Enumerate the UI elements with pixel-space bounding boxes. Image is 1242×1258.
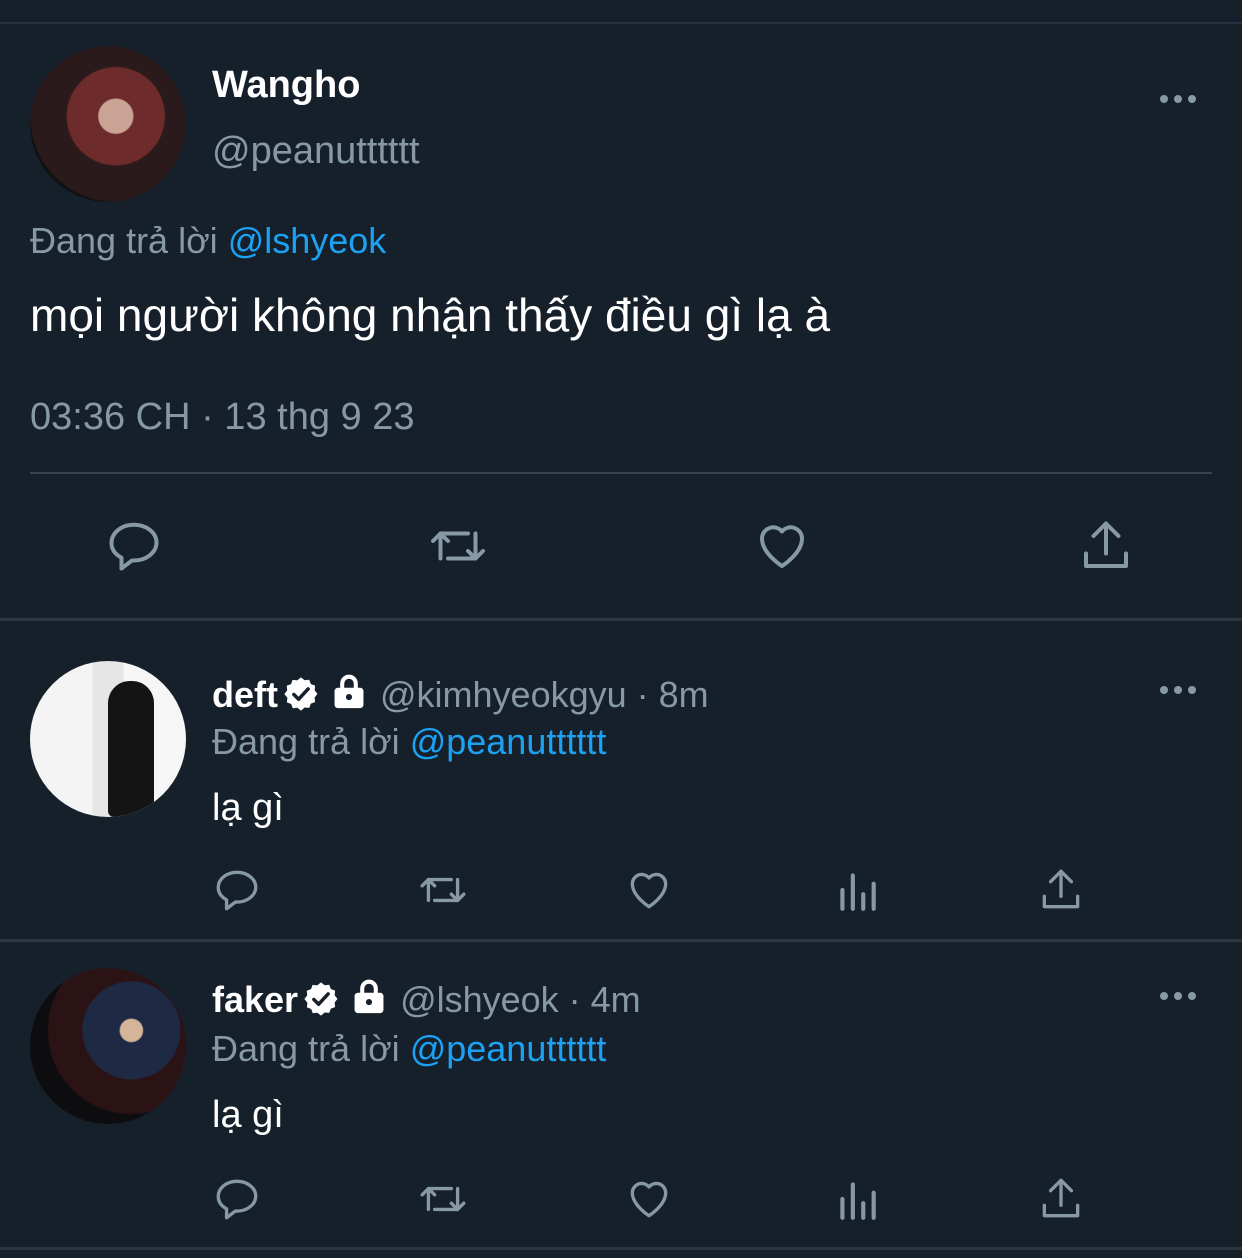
lock-icon [354, 979, 384, 1014]
like-icon[interactable] [624, 865, 674, 915]
reply-tweet[interactable]: faker @lshyeok · 4m Đang trả lời @peanutt… [0, 942, 1242, 1246]
author-handle[interactable]: @peanutttttt [212, 130, 420, 173]
replying-to: Đang trả lời @lshyeok [30, 220, 386, 262]
replying-to: Đang trả lời @peanutttttt [212, 1028, 606, 1070]
reply-text: lạ gì [212, 787, 284, 829]
mention-link[interactable]: @lshyeok [228, 220, 387, 261]
more-options-icon[interactable] [1160, 989, 1200, 1001]
verified-badge-icon [284, 677, 318, 711]
reply-icon[interactable] [212, 1174, 262, 1224]
like-icon[interactable] [752, 516, 812, 576]
replying-prefix: Đang trả lời [212, 721, 410, 762]
main-tweet: Wangho @peanutttttt Đang trả lời @lshyeo… [0, 24, 1242, 620]
mention-link[interactable]: @peanutttttt [410, 721, 607, 762]
reply-author-name[interactable]: faker [212, 979, 298, 1020]
share-icon[interactable] [1076, 516, 1136, 576]
analytics-icon[interactable] [832, 1174, 882, 1224]
reply-icon[interactable] [212, 865, 262, 915]
replying-prefix: Đang trả lời [30, 220, 228, 261]
analytics-icon[interactable] [832, 865, 882, 915]
lock-icon [334, 674, 364, 709]
reply-author-name[interactable]: deft [212, 674, 278, 715]
avatar[interactable] [30, 968, 186, 1124]
share-icon[interactable] [1036, 1174, 1086, 1224]
more-options-icon[interactable] [1160, 683, 1200, 695]
replying-prefix: Đang trả lời [212, 1028, 410, 1069]
more-options-icon[interactable] [1160, 92, 1200, 104]
reply-handle-time[interactable]: @kimhyeokgyu · 8m [380, 674, 709, 715]
share-icon[interactable] [1036, 865, 1086, 915]
reply-header: deft @kimhyeokgyu · 8m [212, 673, 709, 717]
author-name[interactable]: Wangho [212, 64, 360, 107]
section-divider [0, 1247, 1242, 1250]
verified-badge-icon [304, 982, 338, 1016]
reply-handle-time[interactable]: @lshyeok · 4m [400, 979, 641, 1020]
reply-icon[interactable] [104, 516, 164, 576]
mention-link[interactable]: @peanutttttt [410, 1028, 607, 1069]
divider [30, 472, 1212, 474]
reply-text: lạ gì [212, 1094, 284, 1136]
like-icon[interactable] [624, 1174, 674, 1224]
retweet-icon[interactable] [416, 865, 470, 915]
reply-tweet[interactable]: deft @kimhyeokgyu · 8m Đang trả lời @pean… [0, 621, 1242, 939]
retweet-icon[interactable] [416, 1174, 470, 1224]
avatar[interactable] [30, 661, 186, 817]
avatar[interactable] [30, 46, 186, 202]
replying-to: Đang trả lời @peanutttttt [212, 721, 606, 763]
retweet-icon[interactable] [428, 516, 488, 576]
tweet-text: mọi người không nhận thấy điều gì lạ à [30, 289, 831, 341]
tweet-timestamp[interactable]: 03:36 CH · 13 thg 9 23 [30, 396, 414, 439]
reply-header: faker @lshyeok · 4m [212, 978, 641, 1022]
